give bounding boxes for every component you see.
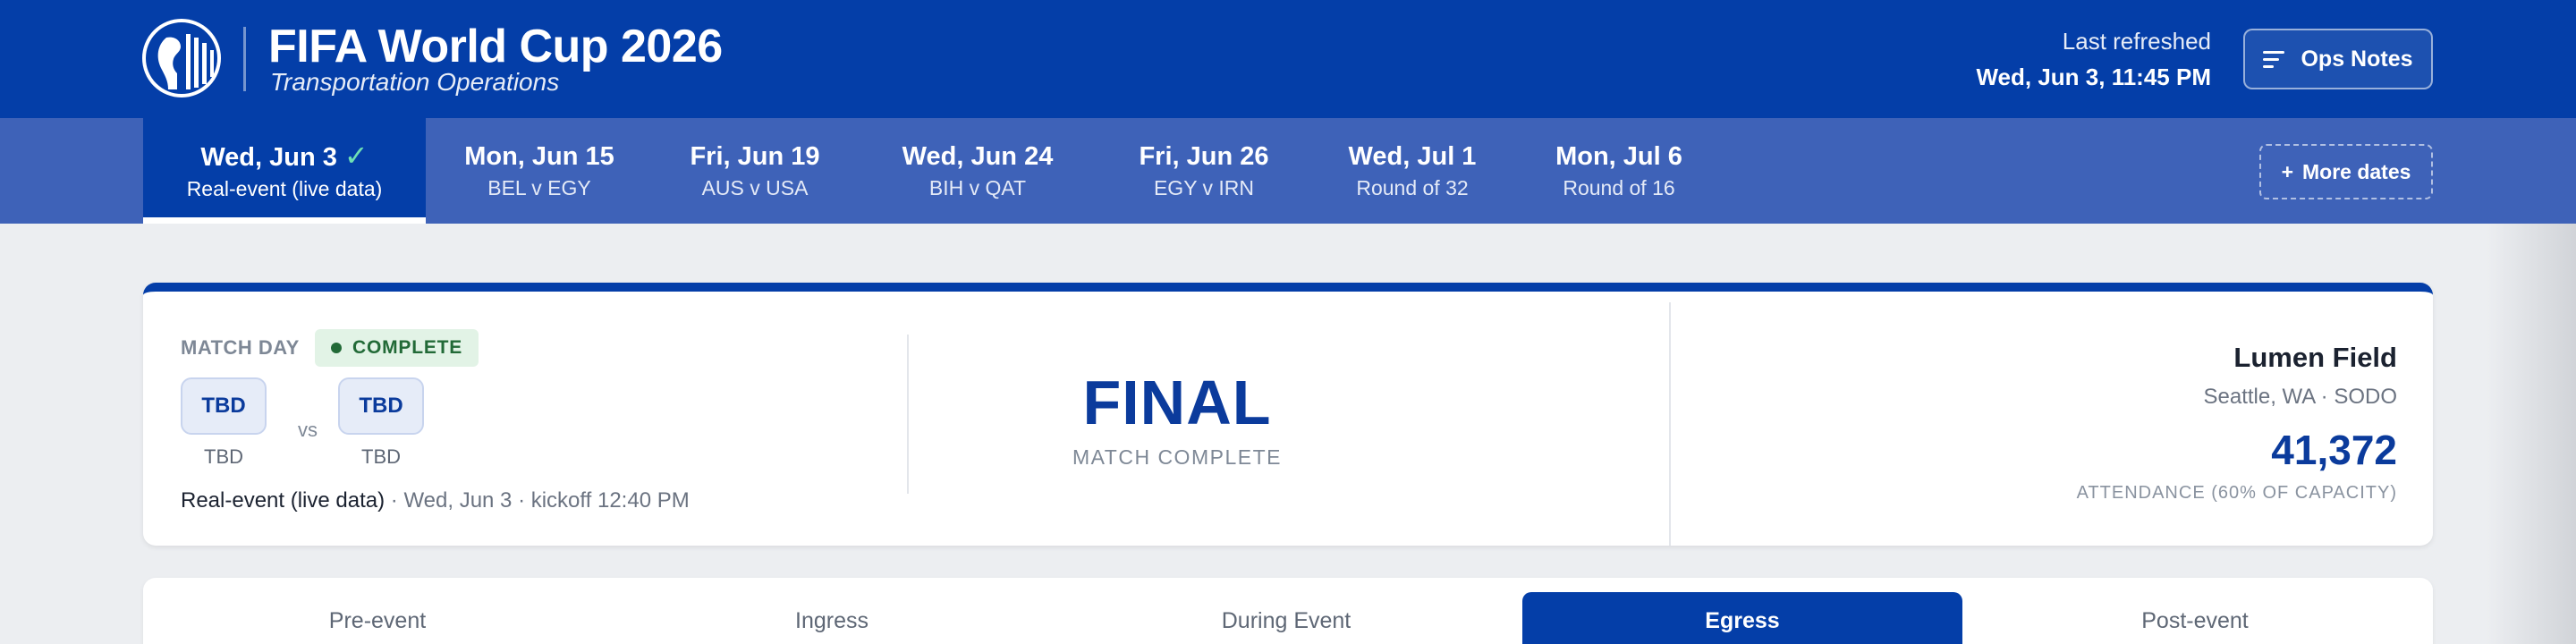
date-tab-jun-15[interactable]: Mon, Jun 15 BEL v EGY: [453, 118, 626, 224]
date-tab-bar: Wed, Jun 3 ✓ Real-event (live data) Mon, …: [0, 118, 2576, 224]
top-header: FIFA World Cup 2026 Transportation Opera…: [0, 0, 2576, 118]
date-tab-jun-3[interactable]: Wed, Jun 3 ✓ Real-event (live data): [143, 118, 426, 224]
phase-tab-ingress[interactable]: Ingress: [612, 592, 1052, 644]
date-tab-date: Wed, Jul 1: [1348, 142, 1477, 171]
date-tab-sub: Real-event (live data): [186, 177, 383, 200]
ops-notes-button[interactable]: Ops Notes: [2243, 29, 2433, 89]
edge-shade: [2487, 224, 2576, 644]
more-dates-button[interactable]: + More dates: [2259, 144, 2433, 199]
date-tab-sub: AUS v USA: [701, 176, 809, 199]
plus-icon: +: [2281, 159, 2293, 183]
match-summary-card: MATCH DAY COMPLETE TBD TBD vs TBD TBD Re…: [143, 283, 2433, 546]
app-subtitle: Transportation Operations: [270, 68, 560, 96]
ops-notes-label: Ops Notes: [2301, 46, 2413, 72]
card-divider: [1669, 302, 1671, 546]
date-tab-jul-1[interactable]: Wed, Jul 1 Round of 32: [1329, 118, 1496, 224]
phase-tabs: Pre-event Ingress During Event Egress Po…: [143, 578, 2433, 644]
date-tab-date: Wed, Jun 3: [200, 143, 337, 172]
date-tab-jun-19[interactable]: Fri, Jun 19 AUS v USA: [664, 118, 846, 224]
phase-tab-during-event[interactable]: During Event: [1066, 592, 1506, 644]
venue-location: Seattle, WA · SODO: [2203, 385, 2397, 409]
phase-tab-pre-event[interactable]: Pre-event: [157, 592, 597, 644]
date-tab-jul-6[interactable]: Mon, Jul 6 Round of 16: [1530, 118, 1708, 224]
status-text: COMPLETE: [352, 337, 463, 358]
date-tab-date: Wed, Jun 24: [902, 142, 1054, 171]
date-tab-sub: Round of 16: [1563, 176, 1675, 199]
status-dot-icon: [331, 343, 342, 353]
attendance-label: ATTENDANCE (60% OF CAPACITY): [2076, 483, 2397, 503]
date-tab-date: Mon, Jun 15: [464, 142, 614, 171]
last-refreshed-label: Last refreshed: [2062, 28, 2211, 55]
venue-name: Lumen Field: [2233, 342, 2397, 373]
status-badge: COMPLETE: [315, 329, 479, 367]
date-tab-sub: EGY v IRN: [1153, 176, 1255, 199]
match-day-label: MATCH DAY: [181, 336, 300, 359]
seattle-logo-icon: [142, 19, 221, 97]
phase-tab-egress[interactable]: Egress: [1522, 592, 1962, 644]
date-tab-jun-26[interactable]: Fri, Jun 26 EGY v IRN: [1113, 118, 1295, 224]
phase-tab-post-event[interactable]: Post-event: [1975, 592, 2415, 644]
home-team-name: TBD: [204, 445, 243, 468]
date-tab-sub: Round of 32: [1356, 176, 1469, 199]
date-tab-jun-24[interactable]: Wed, Jun 24 BIH v QAT: [875, 118, 1080, 224]
home-team-chip: TBD: [181, 377, 267, 435]
app-title: FIFA World Cup 2026: [268, 21, 723, 72]
date-tab-date: Fri, Jun 26: [1139, 142, 1269, 171]
more-dates-label: More dates: [2302, 159, 2411, 183]
date-tab-sub: BIH v QAT: [928, 176, 1027, 199]
date-tab-date: Mon, Jul 6: [1555, 142, 1682, 171]
match-meta-mode: Real-event (live data): [181, 488, 386, 513]
vs-label: vs: [298, 419, 318, 441]
match-meta: Real-event (live data) · Wed, Jun 3 · ki…: [181, 488, 690, 513]
away-team-chip: TBD: [338, 377, 424, 435]
attendance-value: 41,372: [2271, 427, 2397, 473]
last-refreshed-time: Wed, Jun 3, 11:45 PM: [1976, 64, 2211, 90]
match-result: FINAL: [1082, 368, 1272, 437]
check-icon: ✓: [343, 140, 369, 172]
date-tab-sub: BEL v EGY: [487, 176, 591, 199]
match-result-sub: MATCH COMPLETE: [1072, 445, 1282, 469]
away-team-name: TBD: [361, 445, 401, 468]
match-meta-details: · Wed, Jun 3 · kickoff 12:40 PM: [385, 488, 690, 513]
logo-divider: [243, 27, 246, 91]
menu-lines-icon: [2263, 51, 2285, 68]
date-tab-date: Fri, Jun 19: [690, 142, 820, 171]
